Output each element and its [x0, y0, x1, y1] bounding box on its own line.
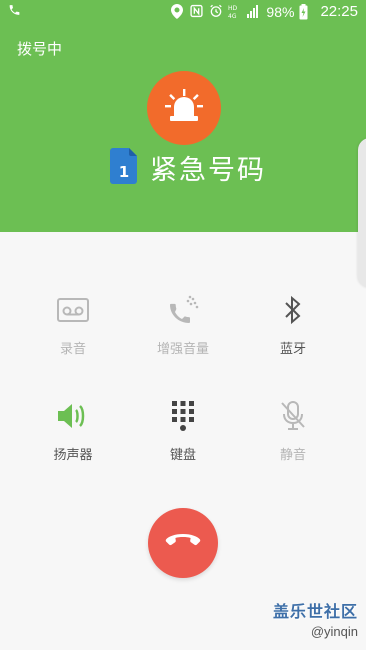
call-header: HD 4G 98% 22:25 拨号中 1 紧急号码	[0, 0, 366, 288]
volte-icon: HD 4G	[228, 4, 242, 20]
voicemail-record-icon	[53, 290, 93, 330]
emergency-siren-icon	[164, 86, 204, 130]
battery-percent: 98%	[266, 3, 295, 20]
bluetooth-label: 蓝牙	[279, 342, 306, 357]
record-button[interactable]: 录音	[23, 290, 123, 370]
svg-text:4G: 4G	[228, 13, 237, 19]
status-bar: HD 4G 98% 22:25	[0, 0, 366, 26]
mute-label: 静音	[279, 448, 306, 463]
speaker-button[interactable]: 扬声器	[23, 396, 123, 476]
record-label: 录音	[59, 342, 86, 357]
bluetooth-icon	[273, 290, 313, 330]
mute-icon	[273, 396, 313, 436]
sim-slot-number: 1	[119, 163, 129, 181]
battery-charging-icon	[299, 3, 313, 20]
signal-icon	[247, 4, 261, 20]
contact-avatar	[147, 71, 221, 145]
svg-text:HD: HD	[228, 5, 238, 12]
phone-icon	[8, 3, 22, 19]
mute-button[interactable]: 静音	[243, 396, 343, 476]
keypad-button[interactable]: 键盘	[133, 396, 233, 476]
dialpad-icon	[163, 396, 203, 436]
volume-boost-button[interactable]: 增强音量	[133, 290, 233, 370]
watermark-user: @yinqin	[310, 624, 358, 639]
watermark-title: 盖乐世社区	[272, 602, 358, 621]
end-call-icon	[165, 532, 201, 554]
volume-boost-label: 增强音量	[156, 342, 209, 357]
callee-name: 紧急号码	[150, 155, 266, 186]
speaker-label: 扬声器	[53, 448, 93, 463]
location-icon	[171, 3, 185, 20]
volume-boost-icon	[163, 290, 203, 330]
alarm-icon	[209, 4, 223, 20]
speaker-icon	[53, 396, 93, 436]
keypad-label: 键盘	[169, 448, 196, 463]
bluetooth-button[interactable]: 蓝牙	[243, 290, 343, 370]
sim-1-icon: 1	[110, 148, 138, 184]
edge-panel-handle[interactable]	[358, 138, 366, 288]
community-watermark: 盖乐世社区 @yinqin	[273, 598, 358, 639]
end-call-button[interactable]	[148, 508, 218, 578]
clock: 22:25	[320, 3, 358, 20]
nfc-icon	[190, 4, 204, 20]
call-status-label: 拨号中	[17, 40, 63, 58]
